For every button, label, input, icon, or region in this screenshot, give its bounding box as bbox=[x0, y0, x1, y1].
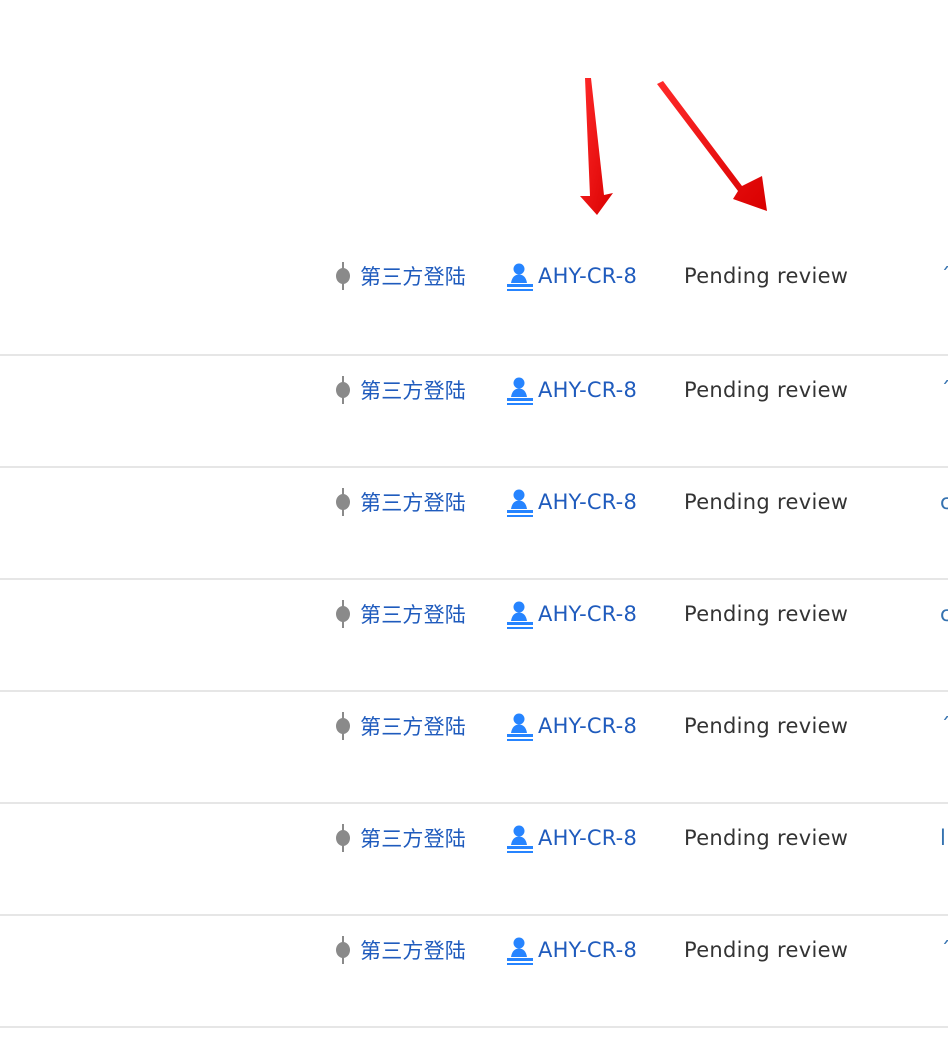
truncated-text: ´ bbox=[940, 938, 948, 962]
review-id[interactable]: AHY-CR-8 bbox=[538, 264, 637, 288]
branch-name[interactable]: 第三方登陆 bbox=[360, 261, 466, 291]
review-status: Pending review bbox=[684, 826, 849, 850]
code-review-icon bbox=[505, 370, 535, 410]
review-link[interactable]: AHY-CR-8 bbox=[505, 818, 637, 858]
branch-link[interactable]: 第三方登陆 bbox=[332, 482, 466, 522]
truncated-cell: ´ bbox=[940, 930, 948, 970]
truncated-cell: c bbox=[940, 482, 948, 522]
review-link[interactable]: AHY-CR-8 bbox=[505, 256, 637, 296]
row-divider bbox=[0, 914, 948, 916]
review-id[interactable]: AHY-CR-8 bbox=[538, 714, 637, 738]
review-link[interactable]: AHY-CR-8 bbox=[505, 370, 637, 410]
branch-link[interactable]: 第三方登陆 bbox=[332, 370, 466, 410]
review-list: 第三方登陆 AHY-CR-8 Pending review ´ 第三方登陆 AHY-CR-… bbox=[0, 0, 948, 1040]
branch-link[interactable]: 第三方登陆 bbox=[332, 930, 466, 970]
truncated-cell: l bbox=[940, 818, 948, 858]
status-cell: Pending review bbox=[684, 482, 848, 522]
truncated-cell: ´ bbox=[940, 370, 948, 410]
review-id[interactable]: AHY-CR-8 bbox=[538, 826, 637, 850]
truncated-text: ´ bbox=[940, 714, 948, 738]
status-cell: Pending review bbox=[684, 818, 848, 858]
branch-name[interactable]: 第三方登陆 bbox=[360, 711, 466, 741]
branch-icon bbox=[332, 594, 354, 634]
row-divider bbox=[0, 802, 948, 804]
review-id[interactable]: AHY-CR-8 bbox=[538, 602, 637, 626]
review-status: Pending review bbox=[684, 714, 849, 738]
status-cell: Pending review bbox=[684, 930, 848, 970]
branch-link[interactable]: 第三方登陆 bbox=[332, 594, 466, 634]
review-id[interactable]: AHY-CR-8 bbox=[538, 378, 637, 402]
code-review-icon bbox=[505, 482, 535, 522]
branch-icon bbox=[332, 706, 354, 746]
branch-icon bbox=[332, 818, 354, 858]
code-review-icon bbox=[505, 594, 535, 634]
row-divider bbox=[0, 354, 948, 356]
list-item: 第三方登陆 AHY-CR-8 Pending review ´ bbox=[0, 370, 948, 410]
review-status: Pending review bbox=[684, 602, 849, 626]
code-review-icon bbox=[505, 706, 535, 746]
list-item: 第三方登陆 AHY-CR-8 Pending review l bbox=[0, 818, 948, 858]
branch-name[interactable]: 第三方登陆 bbox=[360, 375, 466, 405]
row-divider bbox=[0, 1026, 948, 1028]
review-link[interactable]: AHY-CR-8 bbox=[505, 706, 637, 746]
branch-link[interactable]: 第三方登陆 bbox=[332, 706, 466, 746]
truncated-cell: ´ bbox=[940, 706, 948, 746]
review-link[interactable]: AHY-CR-8 bbox=[505, 482, 637, 522]
branch-icon bbox=[332, 482, 354, 522]
branch-icon bbox=[332, 930, 354, 970]
status-cell: Pending review bbox=[684, 594, 848, 634]
branch-name[interactable]: 第三方登陆 bbox=[360, 823, 466, 853]
branch-name[interactable]: 第三方登陆 bbox=[360, 935, 466, 965]
code-review-icon bbox=[505, 818, 535, 858]
list-item: 第三方登陆 AHY-CR-8 Pending review c bbox=[0, 594, 948, 634]
truncated-text: c bbox=[940, 602, 948, 626]
truncated-text: c bbox=[940, 490, 948, 514]
review-id[interactable]: AHY-CR-8 bbox=[538, 490, 637, 514]
review-status: Pending review bbox=[684, 938, 849, 962]
row-divider bbox=[0, 690, 948, 692]
list-item: 第三方登陆 AHY-CR-8 Pending review c bbox=[0, 482, 948, 522]
status-cell: Pending review bbox=[684, 256, 848, 296]
truncated-text: l bbox=[940, 826, 946, 850]
list-item: 第三方登陆 AHY-CR-8 Pending review ´ bbox=[0, 256, 948, 296]
truncated-text: ´ bbox=[940, 378, 948, 402]
code-review-icon bbox=[505, 256, 535, 296]
truncated-cell: ´ bbox=[940, 256, 948, 296]
branch-name[interactable]: 第三方登陆 bbox=[360, 599, 466, 629]
review-link[interactable]: AHY-CR-8 bbox=[505, 930, 637, 970]
code-review-icon bbox=[505, 930, 535, 970]
status-cell: Pending review bbox=[684, 706, 848, 746]
review-status: Pending review bbox=[684, 264, 849, 288]
status-cell: Pending review bbox=[684, 370, 848, 410]
row-divider bbox=[0, 466, 948, 468]
review-link[interactable]: AHY-CR-8 bbox=[505, 594, 637, 634]
branch-name[interactable]: 第三方登陆 bbox=[360, 487, 466, 517]
branch-link[interactable]: 第三方登陆 bbox=[332, 818, 466, 858]
review-id[interactable]: AHY-CR-8 bbox=[538, 938, 637, 962]
list-item: 第三方登陆 AHY-CR-8 Pending review ´ bbox=[0, 930, 948, 970]
review-status: Pending review bbox=[684, 490, 849, 514]
branch-link[interactable]: 第三方登陆 bbox=[332, 256, 466, 296]
review-status: Pending review bbox=[684, 378, 849, 402]
row-divider bbox=[0, 578, 948, 580]
truncated-cell: c bbox=[940, 594, 948, 634]
truncated-text: ´ bbox=[940, 264, 948, 288]
list-item: 第三方登陆 AHY-CR-8 Pending review ´ bbox=[0, 706, 948, 746]
branch-icon bbox=[332, 256, 354, 296]
branch-icon bbox=[332, 370, 354, 410]
